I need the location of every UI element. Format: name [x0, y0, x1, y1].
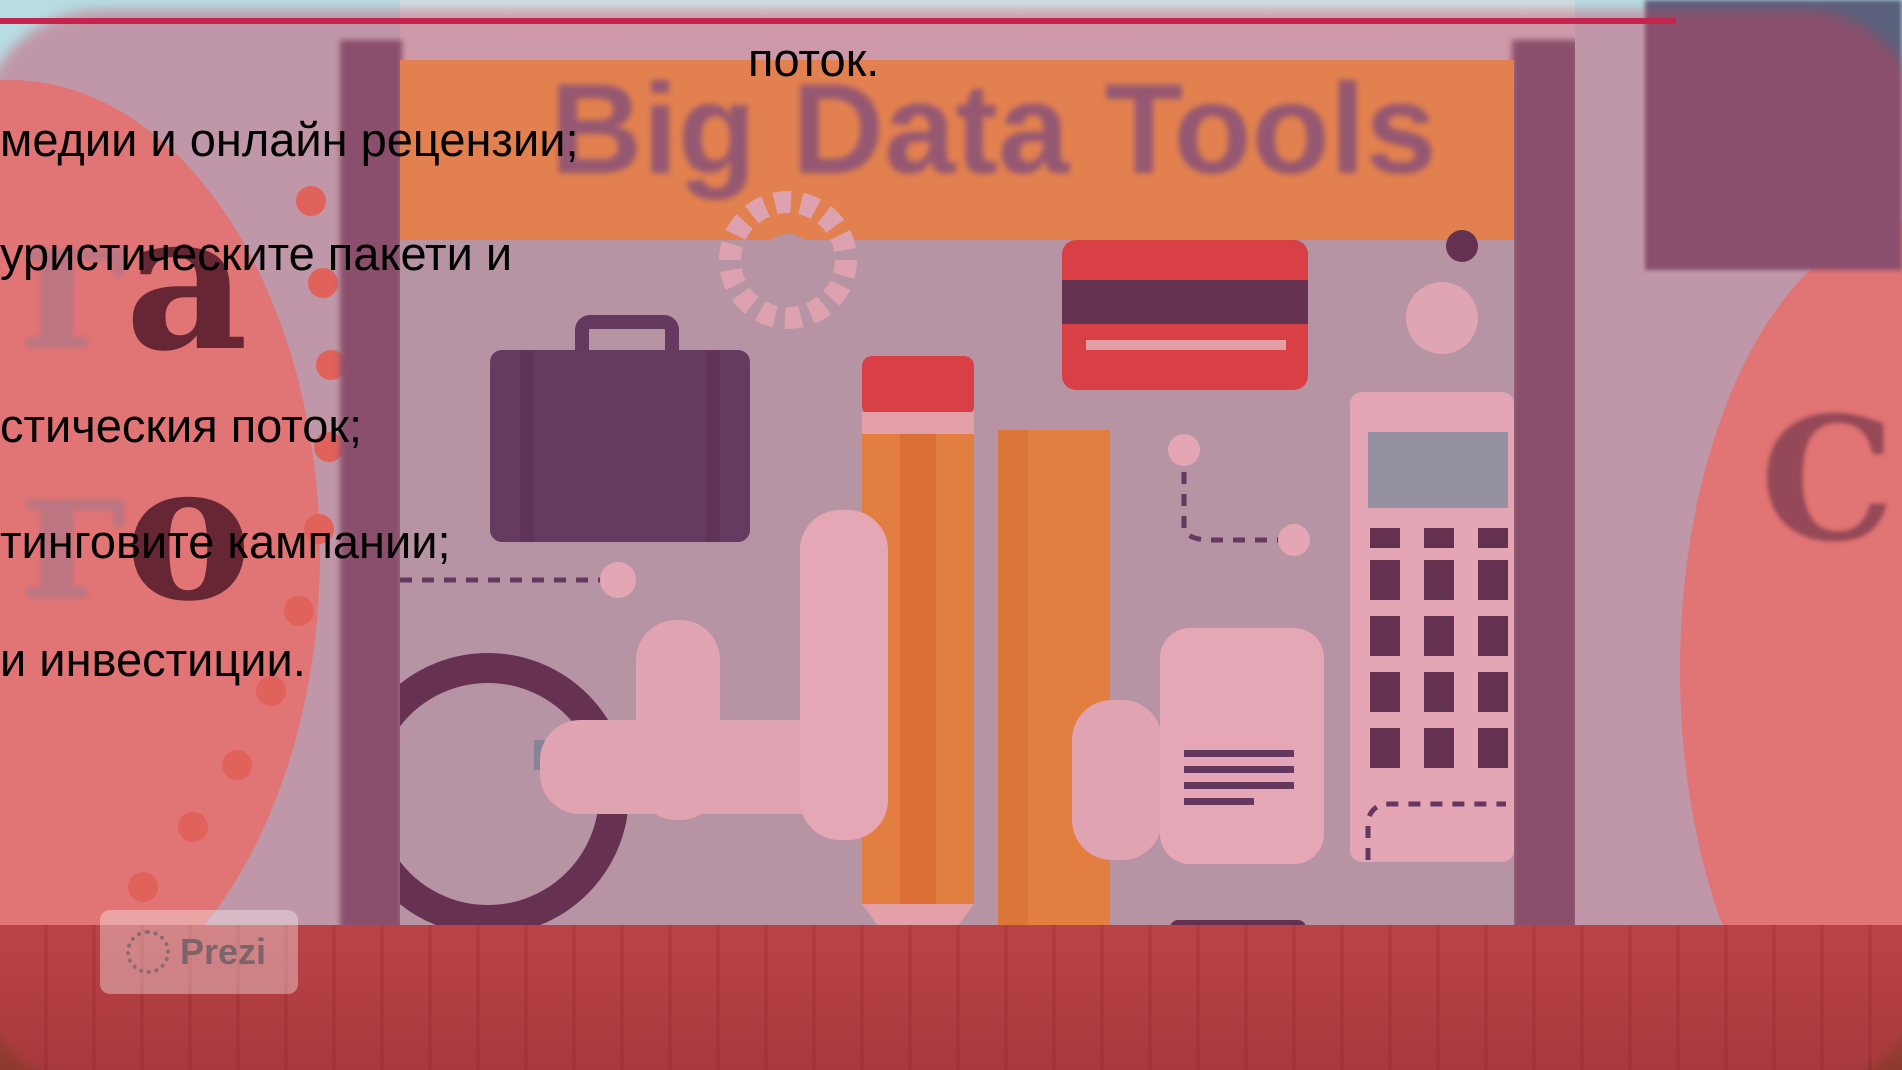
bullet-line: и инвестиции.	[0, 633, 306, 686]
prezi-logo[interactable]: Prezi	[100, 910, 298, 994]
title-divider	[0, 18, 1676, 24]
bullet-line: тинговите кампании;	[0, 515, 451, 568]
bullet-line: стическия поток;	[0, 399, 363, 452]
presentation-stage: г а г о Big Data Tools С Prezi поток. ме…	[0, 0, 1902, 1070]
bullet-line: медии и онлайн рецензии;	[0, 113, 579, 166]
heading-fragment: поток.	[748, 33, 880, 86]
prezi-logo-text: Prezi	[180, 931, 267, 972]
bullet-line: уристическите пакети и	[0, 227, 513, 280]
prezi-icon	[126, 930, 170, 974]
